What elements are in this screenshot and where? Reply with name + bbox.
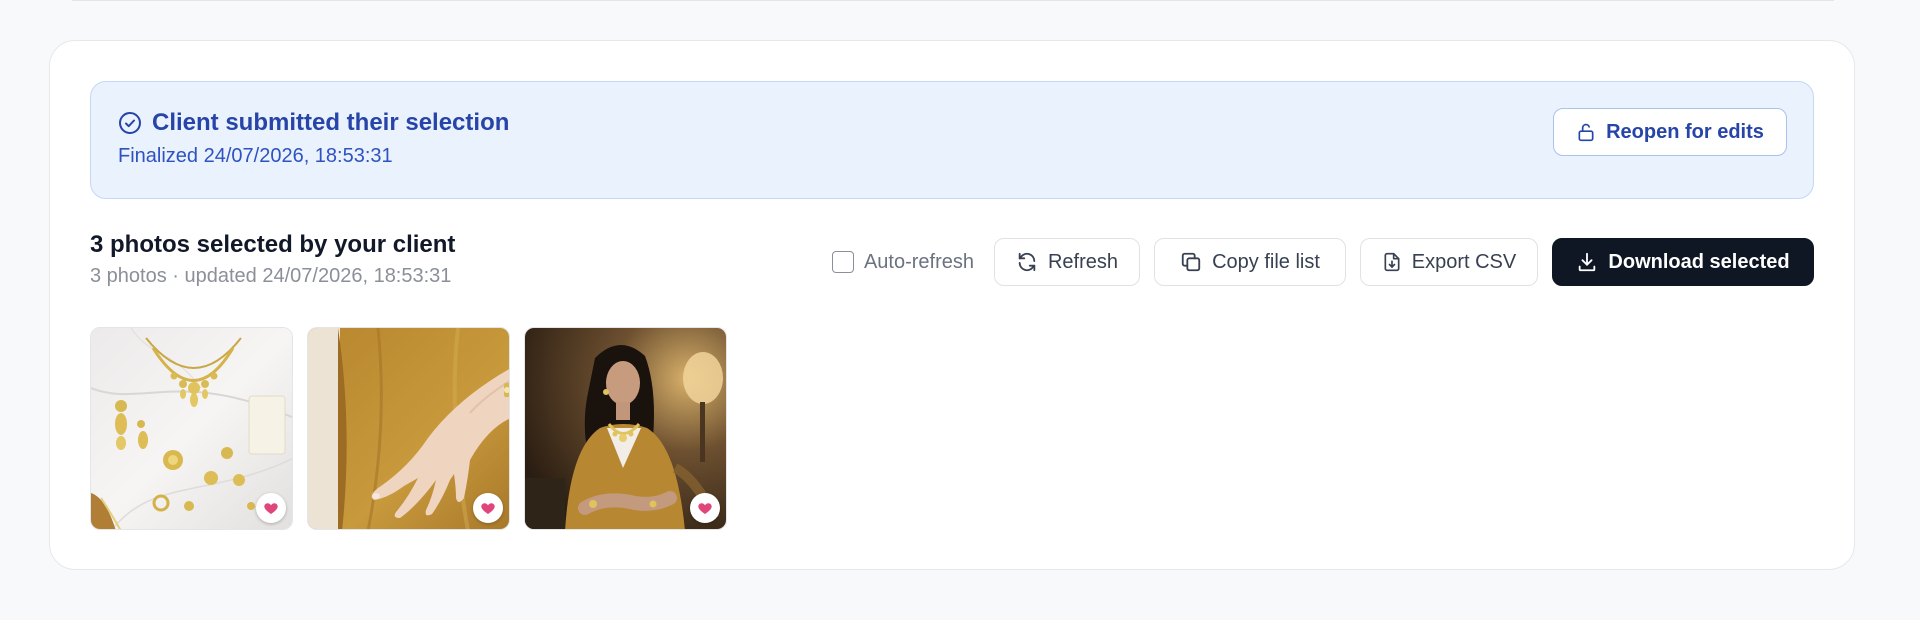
favorite-badge[interactable]: [690, 493, 720, 523]
heart-icon: [263, 500, 279, 516]
check-circle-icon: [118, 111, 142, 135]
auto-refresh-checkbox[interactable]: [831, 251, 854, 273]
banner-subtitle: Finalized 24/07/2026, 18:53:31: [118, 145, 393, 167]
top-divider: [72, 0, 1834, 1]
auto-refresh-toggle[interactable]: Auto-refresh: [831, 250, 974, 274]
favorite-badge[interactable]: [473, 493, 503, 523]
export-csv-label: Export CSV: [1411, 250, 1517, 273]
photo-grid: [90, 327, 727, 530]
banner-title-row: Client submitted their selection: [118, 109, 509, 137]
submitted-banner: Client submitted their selection Finaliz…: [90, 81, 1814, 199]
reopen-for-edits-button[interactable]: Reopen for edits: [1553, 108, 1787, 156]
heart-icon: [480, 500, 496, 516]
auto-refresh-label: Auto-refresh: [863, 250, 974, 273]
refresh-button[interactable]: Refresh: [994, 238, 1140, 286]
unlock-icon: [1576, 121, 1596, 143]
export-csv-button[interactable]: Export CSV: [1360, 238, 1538, 286]
favorite-badge[interactable]: [256, 493, 286, 523]
download-selected-button[interactable]: Download selected: [1552, 238, 1814, 286]
photo-thumbnail[interactable]: [307, 327, 510, 530]
banner-title: Client submitted their selection: [152, 109, 510, 136]
reopen-label: Reopen for edits: [1606, 120, 1764, 143]
copy-icon: [1180, 251, 1202, 273]
file-download-icon: [1382, 251, 1402, 273]
download-selected-label: Download selected: [1608, 250, 1790, 273]
download-icon: [1576, 251, 1598, 273]
copy-file-list-button[interactable]: Copy file list: [1154, 238, 1346, 286]
selection-subtitle: 3 photos · updated 24/07/2026, 18:53:31: [90, 265, 452, 287]
photo-thumbnail[interactable]: [524, 327, 727, 530]
photo-thumbnail[interactable]: [90, 327, 293, 530]
selection-card: Client submitted their selection Finaliz…: [49, 40, 1855, 570]
heart-icon: [697, 500, 713, 516]
copy-file-list-label: Copy file list: [1212, 250, 1320, 273]
selection-title: 3 photos selected by your client: [90, 231, 456, 258]
refresh-label: Refresh: [1047, 250, 1119, 273]
refresh-icon: [1016, 251, 1038, 273]
selection-toolbar: Auto-refresh Refresh Copy file list Expo…: [831, 238, 1814, 286]
